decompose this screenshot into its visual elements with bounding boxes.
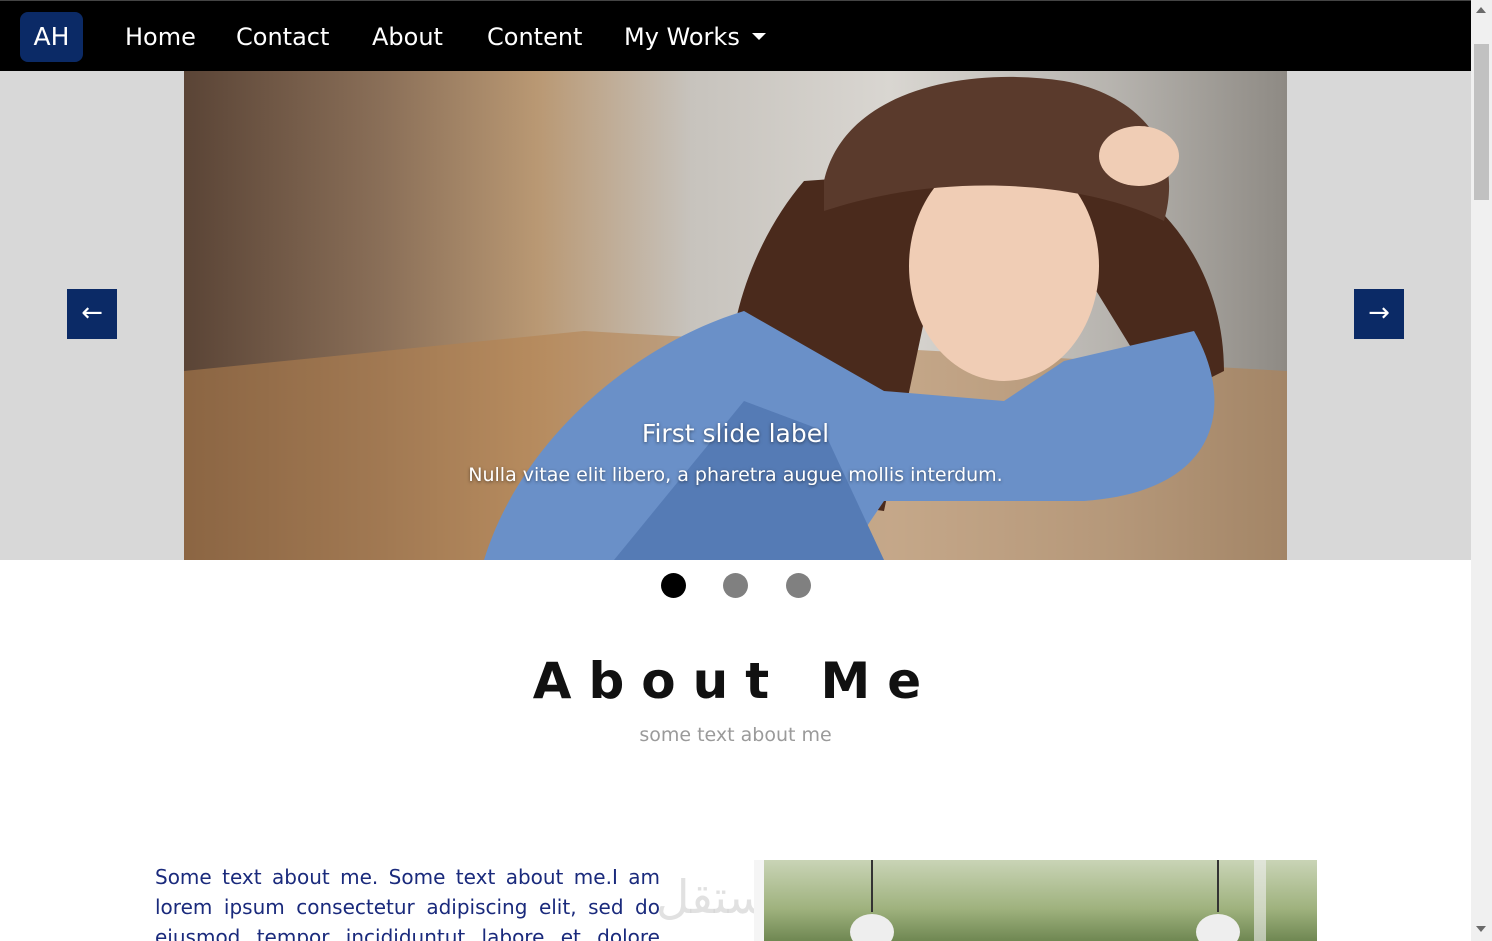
scroll-thumb[interactable] [1474, 44, 1489, 200]
carousel-next-button[interactable]: → [1354, 289, 1404, 339]
brand-logo[interactable]: AH [20, 12, 83, 62]
arrow-right-icon: → [1368, 298, 1390, 328]
scroll-up-arrow-icon[interactable] [1476, 7, 1486, 13]
slide-caption-title: First slide label [641, 419, 830, 448]
about-subtitle: some text about me [639, 724, 832, 746]
carousel-slide: First slide label Nulla vitae elit liber… [184, 71, 1287, 560]
carousel-prev-button[interactable]: ← [67, 289, 117, 339]
nav-content[interactable]: Content [487, 19, 582, 55]
caret-down-icon [751, 32, 766, 40]
carousel-indicator-1[interactable] [661, 573, 686, 598]
nav-home[interactable]: Home [125, 19, 196, 55]
nav-my-works-dropdown[interactable]: My Works [624, 19, 766, 55]
arrow-left-icon: ← [81, 298, 103, 328]
navbar: AH Home Contact About Content My Works [0, 0, 1471, 71]
scroll-down-arrow-icon[interactable] [1476, 926, 1486, 932]
nav-about[interactable]: About [372, 19, 443, 55]
carousel-indicator-2[interactable] [723, 573, 748, 598]
vertical-scrollbar[interactable] [1471, 0, 1492, 941]
lamps-photo [754, 860, 1266, 941]
carousel-indicator-3[interactable] [786, 573, 811, 598]
slide-photo [184, 76, 1287, 560]
nav-my-works-label: My Works [624, 23, 740, 51]
slide-caption-text: Nulla vitae elit libero, a pharetra augu… [468, 464, 1003, 486]
about-image [754, 860, 1317, 941]
about-body-text: Some text about me. Some text about me.I… [155, 865, 660, 941]
nav-contact[interactable]: Contact [236, 19, 329, 55]
carousel-indicators [0, 573, 1471, 599]
about-title: About Me [532, 652, 939, 710]
carousel: First slide label Nulla vitae elit liber… [0, 71, 1471, 560]
